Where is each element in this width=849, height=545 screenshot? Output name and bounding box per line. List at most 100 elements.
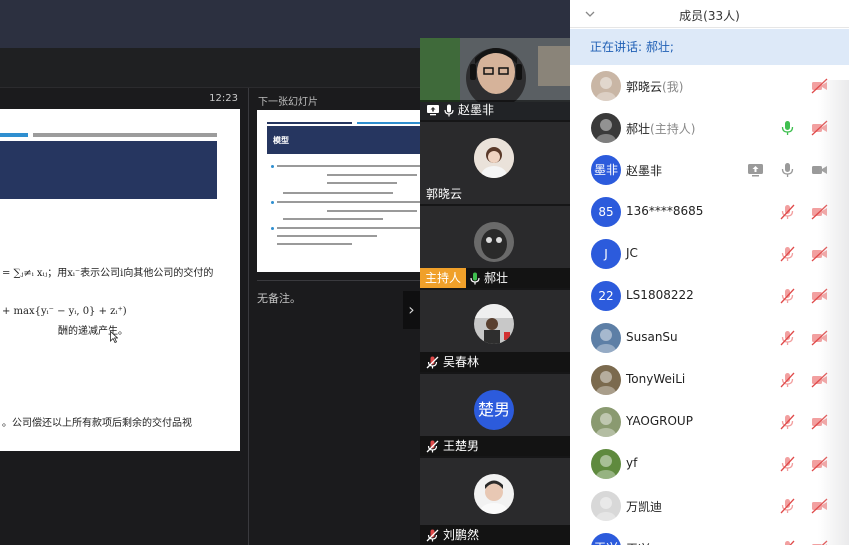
avatar [591,365,621,395]
member-row[interactable]: J JC [570,233,849,275]
member-row[interactable]: 墨非 赵墨非 [570,149,849,191]
video-tile[interactable]: 郭晓云 [420,122,570,206]
mic-muted-icon[interactable] [779,540,796,545]
host-badge: 主持人 [420,268,467,288]
avatar [591,449,621,479]
member-row[interactable]: 85 136****8685 [570,191,849,233]
member-name: yf [626,456,637,470]
member-row[interactable]: TonyWeiLi [570,359,849,401]
participant-name: 刘鹏然 [443,528,480,542]
participant-name: 郭晓云 [426,187,463,201]
mic-muted-icon [426,529,439,541]
slide-rule [267,122,352,124]
member-name: LS1808222 [626,288,694,302]
member-name: 136****8685 [626,204,703,218]
bullet-dot [271,165,274,168]
mic-muted-icon[interactable] [779,330,796,346]
avatar [591,71,621,101]
video-caption: 吴春林 [420,352,570,372]
member-row[interactable]: YAOGROUP [570,401,849,443]
members-panel-header[interactable]: 成员(33人) [570,0,849,28]
text-line [327,174,417,176]
slide-text-line: 。公司偿还以上所有款项后剩余的交付品视 [2,418,192,429]
text-line [277,201,420,203]
mic-muted-icon [426,356,439,368]
slide-text-line: + max{yᵢ⁻ − yᵢ, 0} + zᵢ⁺) [2,306,127,317]
member-name-text: 136****8685 [626,204,704,218]
member-row[interactable]: 郭晓云(我) [570,65,849,107]
member-row[interactable]: 22 LS1808222 [570,275,849,317]
slide-rule [33,133,217,137]
next-slide-thumbnail[interactable]: 模型 [257,110,420,272]
member-name: 赵墨非 [626,162,662,179]
mic-muted-icon[interactable] [779,498,796,514]
video-caption: 主持人 郝壮 [420,268,570,288]
member-row[interactable]: 万凯迪 [570,485,849,527]
mic-muted-icon[interactable] [779,246,796,262]
notes-separator [257,280,420,281]
avatar [474,138,514,178]
speaker-notes: 无备注。 [257,292,301,305]
current-slide-area: 12:23 = ∑ⱼ≠ᵢ xᵢⱼ；用xᵢ⁻表示公司i向其他公司的交付的 + ma… [0,88,250,545]
text-line [283,192,393,194]
video-caption: 王楚男 [420,436,570,456]
expand-panel-button[interactable]: › [403,291,420,329]
video-caption: 赵墨非 [420,100,570,120]
mic-muted-icon [426,440,439,452]
members-panel: 成员(33人) 正在讲话: 郝壮; 郭晓云(我) 郝壮(主持人) 墨非 赵墨非 85 13… [570,0,849,545]
mic-muted-icon[interactable] [779,372,796,388]
mouse-cursor-icon [110,331,118,343]
video-tile[interactable]: 主持人 郝壮 [420,206,570,290]
mic-muted-icon[interactable] [779,288,796,304]
chevron-right-icon: › [408,300,415,319]
member-row[interactable]: SusanSu [570,317,849,359]
avatar [591,113,621,143]
participant-name: 郝壮 [484,271,509,285]
slide-accent-bar [0,133,28,137]
mic-muted-icon[interactable] [779,456,796,472]
mic-muted-icon[interactable] [779,204,796,220]
member-role: (主持人) [650,122,696,136]
member-name: 郭晓云(我) [626,78,683,95]
member-name-text: JC [626,246,638,260]
video-tile[interactable]: 刘鹏然 [420,458,570,545]
member-name: YAOGROUP [626,414,693,428]
member-name-text: LS1808222 [626,288,694,302]
video-tile[interactable]: 赵墨非 [420,38,570,122]
avatar: 楚男 [474,390,514,430]
avatar [474,474,514,514]
avatar: 王兴 [591,533,621,545]
video-tile[interactable]: 吴春林 [420,290,570,374]
text-line [327,210,417,212]
text-line [277,165,420,167]
member-name: 王兴 [626,540,650,545]
video-caption: 刘鹏然 [420,525,570,545]
text-line [277,235,377,237]
avatar [591,491,621,521]
member-row[interactable]: 郝壮(主持人) [570,107,849,149]
member-name: SusanSu [626,330,678,344]
current-slide: = ∑ⱼ≠ᵢ xᵢⱼ；用xᵢ⁻表示公司i向其他公司的交付的 + max{yᵢ⁻ … [0,109,240,451]
member-row[interactable]: 王兴王兴 [570,527,849,545]
video-gallery: 赵墨非 郭晓云 主持人 郝壮 吴春林 楚男 王楚男 刘鹏然 [420,38,570,545]
avatar: 85 [591,197,621,227]
avatar [474,222,514,262]
microphone-icon[interactable] [779,120,796,136]
avatar [591,323,621,353]
participant-name: 王楚男 [443,439,480,453]
presenter-toolbar [0,48,420,88]
member-row[interactable]: yf [570,443,849,485]
mic-muted-icon[interactable] [779,414,796,430]
screen-share-icon[interactable] [747,162,764,178]
microphone-icon[interactable] [779,162,796,178]
text-line [283,218,383,220]
member-name-text: SusanSu [626,330,678,344]
avatar: J [591,239,621,269]
member-name-text: yf [626,456,638,470]
member-name: 郝壮(主持人) [626,120,695,137]
video-caption: 郭晓云 [420,184,570,204]
next-slide-heading: 模型 [267,126,420,154]
timer: 12:23 [209,93,238,104]
member-name-text: YAOGROUP [626,414,693,428]
video-tile[interactable]: 楚男 王楚男 [420,374,570,458]
